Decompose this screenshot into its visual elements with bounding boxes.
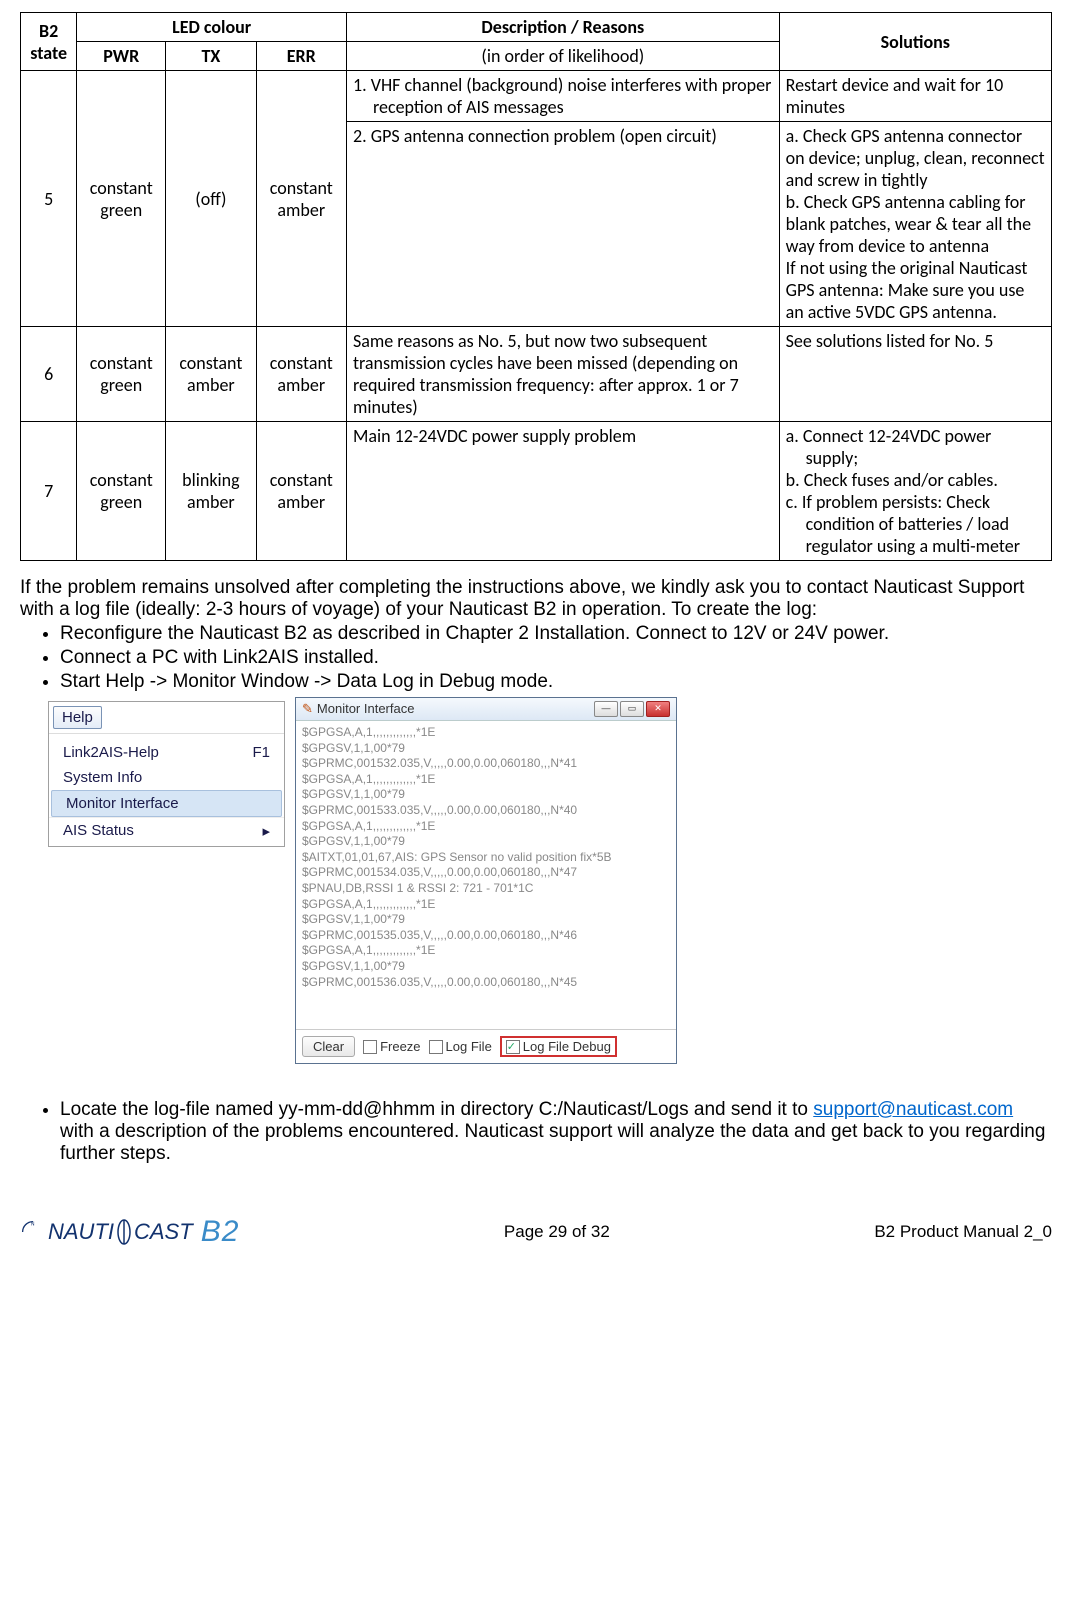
page-number: Page 29 of 32 [504,1222,610,1242]
sol-5-2: a. Check GPS antenna connector on device… [779,122,1051,327]
tx-5: (off) [166,71,256,327]
sol-6: See solutions listed for No. 5 [779,327,1051,422]
desc-5-2: 2. GPS antenna connection problem (open … [346,122,779,327]
doc-title: B2 Product Manual 2_0 [874,1222,1052,1242]
logfile-checkbox[interactable]: Log File [429,1039,492,1055]
minimize-button[interactable]: — [594,701,618,717]
th-tx: TX [166,42,256,71]
log-line: $GPGSV,1,1,00*79 [302,912,670,928]
led-table: B2 state LED colour Description / Reason… [20,12,1052,561]
page-footer: N NAUTI CAST B2 Page 29 of 32 B2 Product… [20,1215,1052,1249]
nauticast-logo: N NAUTI CAST B2 [20,1215,239,1249]
th-b2state: B2 state [21,13,77,71]
pwr-7: constant green [77,422,166,561]
monitor-titlebar: ✎Monitor Interface — ▭ ✕ [296,698,676,721]
intro-paragraph: If the problem remains unsolved after co… [20,577,1052,621]
th-desc-sub: (in order of likelihood) [346,42,779,71]
log-line: $GPGSA,A,1,,,,,,,,,,,,,*1E [302,772,670,788]
freeze-checkbox[interactable]: Freeze [363,1039,420,1055]
log-line: $GPGSA,A,1,,,,,,,,,,,,,*1E [302,897,670,913]
maximize-button[interactable]: ▭ [620,701,644,717]
help-button[interactable]: Help [53,706,102,729]
tx-7: blinking amber [166,422,256,561]
bullet-1: Reconfigure the Nauticast B2 as describe… [60,623,1052,645]
log-line: $GPGSV,1,1,00*79 [302,787,670,803]
log-line: $GPGSV,1,1,00*79 [302,741,670,757]
desc-6: Same reasons as No. 5, but now two subse… [346,327,779,422]
monitor-icon: ✎ [302,701,313,716]
log-line: $GPRMC,001534.035,V,,,,,0.00,0.00,060180… [302,865,670,881]
err-6: constant amber [256,327,346,422]
final-instruction-list: Locate the log-file named yy-mm-dd@hhmm … [20,1099,1052,1165]
tx-6: constant amber [166,327,256,422]
state-5: 5 [21,71,77,327]
log-line: $GPRMC,001536.035,V,,,,,0.00,0.00,060180… [302,975,670,991]
sol-7: a. Connect 12-24VDC power supply; b. Che… [779,422,1051,561]
log-line: $GPRMC,001535.035,V,,,,,0.00,0.00,060180… [302,928,670,944]
clear-button[interactable]: Clear [302,1036,355,1057]
support-email-link[interactable]: support@nauticast.com [813,1099,1013,1120]
err-7: constant amber [256,422,346,561]
state-6: 6 [21,327,77,422]
monitor-interface-screenshot: ✎Monitor Interface — ▭ ✕ $GPGSA,A,1,,,,,… [295,697,677,1064]
monitor-footer: Clear Freeze Log File Log File Debug [296,1029,676,1063]
th-solutions: Solutions [779,13,1051,71]
final-bullet: Locate the log-file named yy-mm-dd@hhmm … [60,1099,1052,1165]
menu-link2ais-help[interactable]: Link2AIS-Help F1 [49,740,284,765]
bullet-2: Connect a PC with Link2AIS installed. [60,647,1052,669]
log-line: $GPGSA,A,1,,,,,,,,,,,,,*1E [302,725,670,741]
pwr-5: constant green [77,71,166,327]
compass-icon: N [20,1219,46,1245]
svg-text:N: N [31,1222,35,1228]
log-line: $GPGSV,1,1,00*79 [302,959,670,975]
screenshot-area: Help Link2AIS-Help F1 System Info Monito… [20,697,1052,1097]
menu-monitor-interface[interactable]: Monitor Interface [51,790,282,817]
help-menu-screenshot: Help Link2AIS-Help F1 System Info Monito… [48,701,285,847]
desc-7: Main 12-24VDC power supply problem [346,422,779,561]
err-5: constant amber [256,71,346,327]
log-line: $GPRMC,001533.035,V,,,,,0.00,0.00,060180… [302,803,670,819]
state-7: 7 [21,422,77,561]
pwr-6: constant green [77,327,166,422]
monitor-log-area: $GPGSA,A,1,,,,,,,,,,,,,*1E$GPGSV,1,1,00*… [296,721,676,1029]
menu-ais-status[interactable]: AIS Status ▸ [49,817,284,844]
menu-system-info[interactable]: System Info [49,765,284,790]
logo-divider-icon [114,1218,134,1246]
log-line: $AITXT,01,01,67,AIS: GPS Sensor no valid… [302,850,670,866]
log-line: $GPGSA,A,1,,,,,,,,,,,,,*1E [302,819,670,835]
desc-5-1: 1. VHF channel (background) noise interf… [346,71,779,122]
log-line: $PNAU,DB,RSSI 1 & RSSI 2: 721 - 701*1C [302,881,670,897]
th-pwr: PWR [77,42,166,71]
th-desc: Description / Reasons [346,13,779,42]
th-err: ERR [256,42,346,71]
th-ledcolour: LED colour [77,13,347,42]
bullet-3: Start Help -> Monitor Window -> Data Log… [60,671,1052,693]
close-button[interactable]: ✕ [646,701,670,717]
instruction-list: Reconfigure the Nauticast B2 as describe… [20,623,1052,693]
log-line: $GPGSV,1,1,00*79 [302,834,670,850]
logfile-debug-checkbox[interactable]: Log File Debug [500,1036,617,1057]
sol-5-1: Restart device and wait for 10 minutes [779,71,1051,122]
log-line: $GPGSA,A,1,,,,,,,,,,,,,*1E [302,943,670,959]
log-line: $GPRMC,001532.035,V,,,,,0.00,0.00,060180… [302,756,670,772]
